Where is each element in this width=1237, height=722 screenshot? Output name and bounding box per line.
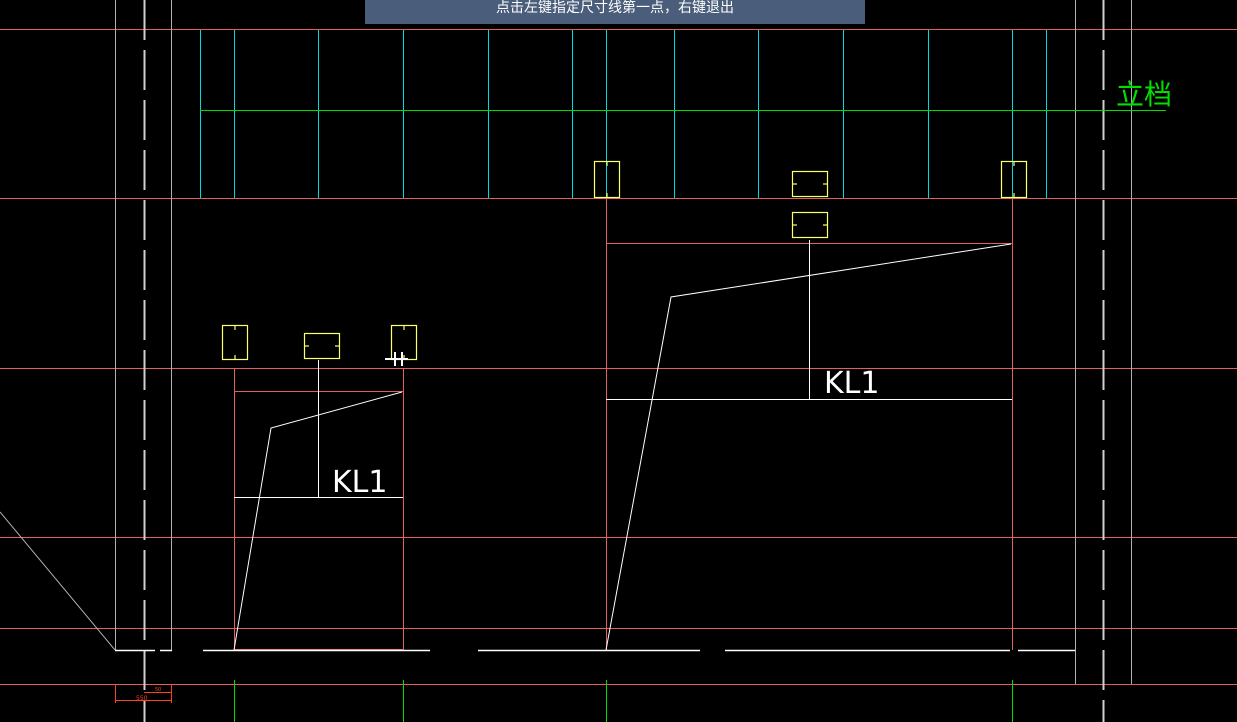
axis-ticks-bottom (234, 680, 1013, 722)
beam-large-label: KL1 (824, 366, 879, 401)
left-column-outline (0, 0, 172, 722)
cursor-crosshair-icon (385, 352, 408, 366)
beam-symbol[interactable] (791, 211, 829, 239)
cyan-vertical-bars (200, 30, 1047, 198)
beam-large-profile (605, 243, 1012, 651)
standing-bar-label: 立档 (1116, 78, 1172, 111)
beam-symbol[interactable] (303, 332, 341, 360)
cad-drawing-canvas[interactable]: 立档 KL1 KL1 550 50 (0, 0, 1237, 722)
dim-small-text: 50 (155, 687, 161, 693)
diagonal-line (0, 511, 116, 651)
beam-small-label: KL1 (332, 465, 387, 500)
cad-viewport[interactable]: 立档 KL1 KL1 550 50 点击左键指定尺寸线第一点，右键退出 (0, 0, 1237, 722)
column-symbol[interactable] (1000, 160, 1028, 199)
column-symbol[interactable] (221, 324, 249, 361)
beam-symbol[interactable] (791, 170, 829, 198)
beam-section-large: KL1 (605, 198, 1013, 651)
command-prompt-banner: 点击左键指定尺寸线第一点，右键退出 (365, 0, 865, 24)
dim-left-text: 550 (136, 695, 148, 702)
beam-section-small: KL1 (233, 360, 404, 651)
horizontal-grid-lines (0, 29, 1237, 685)
